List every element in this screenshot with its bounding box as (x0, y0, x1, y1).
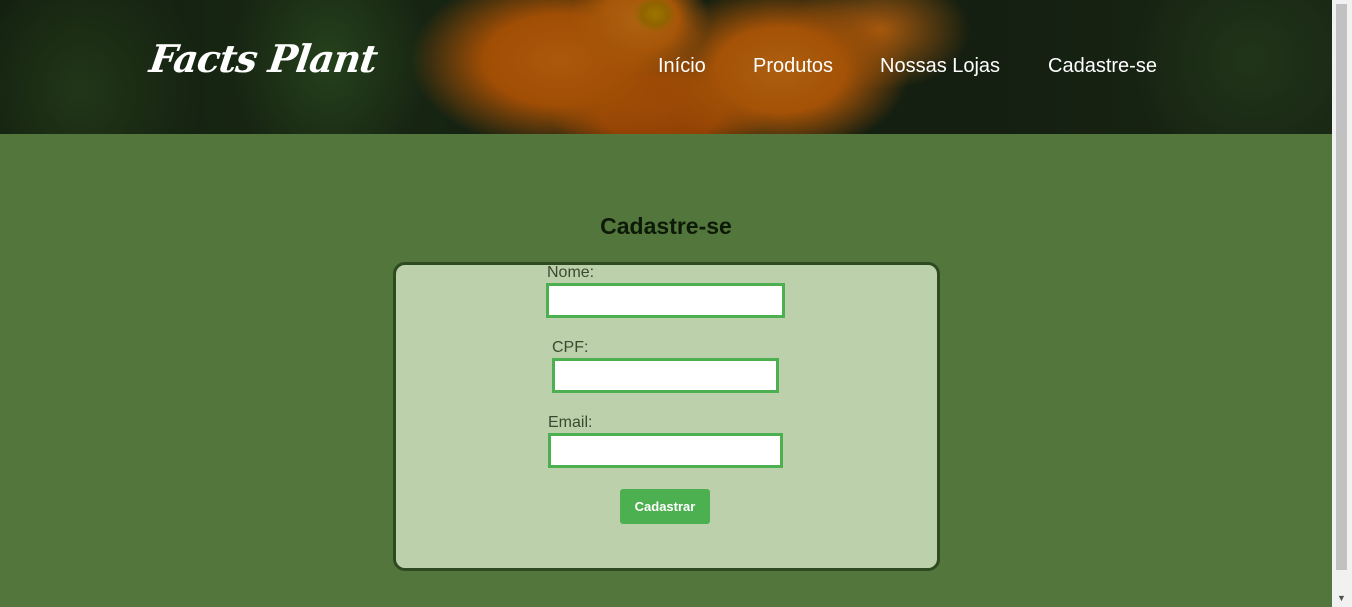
nav-link-inicio[interactable]: Início (658, 55, 706, 78)
scrollbar-thumb[interactable] (1336, 4, 1347, 570)
vertical-scrollbar[interactable]: ▼ (1332, 0, 1352, 607)
name-input[interactable] (546, 283, 785, 318)
email-input[interactable] (548, 433, 783, 468)
header-banner: Facts Plant Início Produtos Nossas Lojas… (0, 0, 1332, 134)
page-title: Cadastre-se (600, 213, 732, 239)
email-label: Email: (548, 414, 593, 431)
submit-button[interactable]: Cadastrar (620, 489, 710, 524)
scroll-down-arrow-icon[interactable]: ▼ (1337, 593, 1346, 603)
cpf-input[interactable] (552, 358, 779, 393)
name-label: Nome: (547, 264, 595, 281)
nav-link-cadastre-se[interactable]: Cadastre-se (1048, 55, 1157, 78)
site-logo[interactable]: Facts Plant (147, 36, 380, 81)
nav-link-produtos[interactable]: Produtos (753, 55, 833, 78)
cpf-label: CPF: (552, 339, 589, 356)
nav-link-nossas-lojas[interactable]: Nossas Lojas (880, 55, 1000, 78)
